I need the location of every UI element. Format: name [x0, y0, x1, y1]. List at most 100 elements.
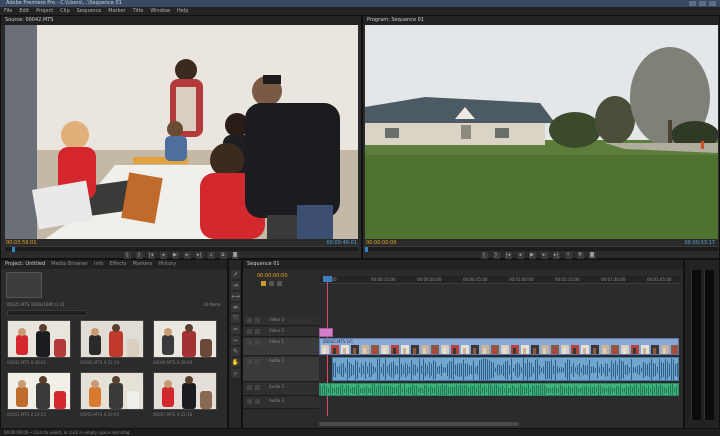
timeline-linked-icon[interactable]	[277, 281, 282, 286]
lock-icon[interactable]	[255, 318, 260, 323]
timeline-marker-icon[interactable]	[269, 281, 274, 286]
play-icon[interactable]: ▶	[528, 251, 536, 259]
step-back-icon[interactable]: ◂	[159, 251, 167, 259]
tab-effects[interactable]: Effects	[110, 260, 127, 269]
mark-out-icon[interactable]: }	[492, 251, 500, 259]
go-to-in-icon[interactable]: |◂	[504, 251, 512, 259]
ruler-tick-label: 00:00:45:00	[463, 277, 488, 282]
go-to-out-icon[interactable]: ▸|	[195, 251, 203, 259]
tab-history[interactable]: History	[158, 260, 176, 269]
video2-clip[interactable]	[319, 328, 333, 337]
menu-item-marker[interactable]: Marker	[108, 7, 125, 15]
ripple-edit-tool-icon[interactable]: ⟷	[231, 292, 240, 301]
lock-icon[interactable]	[255, 359, 260, 364]
lock-icon[interactable]	[255, 399, 260, 404]
lock-icon[interactable]	[255, 329, 260, 334]
toggle-output-icon[interactable]	[247, 329, 252, 334]
track-header-video-2[interactable]: Video 2	[243, 327, 319, 337]
source-video-frame[interactable]	[5, 25, 358, 239]
mark-in-icon[interactable]: {	[123, 251, 131, 259]
thumbnail-label: 00042.MTS 0:46:01	[7, 360, 47, 365]
audio2-clip[interactable]	[319, 383, 679, 396]
timeline-playhead-head[interactable]	[323, 276, 332, 282]
project-thumbnail[interactable]	[7, 320, 71, 358]
source-playhead[interactable]	[12, 247, 15, 252]
project-thumbnail[interactable]	[7, 372, 71, 410]
mark-out-icon[interactable]: }	[135, 251, 143, 259]
menu-item-project[interactable]: Project	[36, 7, 53, 15]
toggle-output-icon[interactable]	[247, 359, 252, 364]
minimize-icon[interactable]	[689, 1, 696, 6]
selection-tool-icon[interactable]: ➚	[231, 270, 240, 279]
step-back-icon[interactable]: ◂	[516, 251, 524, 259]
insert-icon[interactable]: ⇣	[207, 251, 215, 259]
tab-project-untitled[interactable]: Project: Untitled	[5, 260, 45, 269]
project-thumbnail[interactable]	[153, 320, 217, 358]
lift-icon[interactable]: ⇡	[564, 251, 572, 259]
ruler-tick-label: 00:00:15:00	[371, 277, 396, 282]
source-monitor-tabs: Source: 00042.MTS	[1, 16, 361, 25]
mark-in-icon[interactable]: {	[480, 251, 488, 259]
project-thumbnail[interactable]	[80, 320, 144, 358]
timeline-timecode[interactable]: 00:00:00:00	[257, 273, 288, 279]
track-header-audio-2[interactable]: Audio 2	[243, 383, 319, 396]
menu-item-edit[interactable]: Edit	[19, 7, 29, 15]
track-header-audio-3[interactable]: Audio 3	[243, 397, 319, 409]
toggle-output-icon[interactable]	[247, 340, 252, 345]
project-search-field[interactable]	[7, 310, 87, 316]
export-frame-icon[interactable]: ◙	[588, 251, 596, 259]
hand-tool-icon[interactable]: ✋	[231, 358, 240, 367]
maximize-icon[interactable]	[699, 1, 706, 6]
menu-item-window[interactable]: Window	[150, 7, 170, 15]
slip-tool-icon[interactable]: ⇿	[231, 336, 240, 345]
timeline-horizontal-scrollbar[interactable]	[319, 422, 519, 426]
go-to-out-icon[interactable]: ▸|	[552, 251, 560, 259]
video1-clip[interactable]: 00042.MTS [V]	[319, 338, 679, 355]
menu-item-title[interactable]: Title	[133, 7, 144, 15]
toggle-output-icon[interactable]	[247, 399, 252, 404]
pen-tool-icon[interactable]: ✎	[231, 347, 240, 356]
go-to-in-icon[interactable]: |◂	[147, 251, 155, 259]
timeline-snap-icon[interactable]	[261, 281, 266, 286]
zoom-tool-icon[interactable]: ⌕	[231, 369, 240, 378]
track-name: Audio 1	[269, 358, 285, 363]
tab-markers[interactable]: Markers	[133, 260, 153, 269]
program-playhead[interactable]	[365, 247, 368, 252]
rate-stretch-tool-icon[interactable]: ⤧	[231, 314, 240, 323]
menu-item-file[interactable]: File	[4, 7, 12, 15]
lock-icon[interactable]	[255, 385, 260, 390]
timeline-ruler[interactable]: 00:0000:00:15:0000:00:30:0000:00:45:0000…	[319, 276, 681, 284]
thumbnail-image	[81, 321, 143, 357]
program-frame-image	[365, 25, 718, 239]
tab-info[interactable]: Info	[94, 260, 103, 269]
thumbnail-label: 00053.MTS 0:19:05	[80, 412, 120, 417]
overwrite-icon[interactable]: ⇊	[219, 251, 227, 259]
program-video-frame[interactable]	[365, 25, 718, 239]
step-forward-icon[interactable]: ▸	[540, 251, 548, 259]
lock-icon[interactable]	[255, 340, 260, 345]
track-header-audio-1[interactable]: Audio 1	[243, 357, 319, 382]
toggle-output-icon[interactable]	[247, 385, 252, 390]
tab-source[interactable]: Source: 00042.MTS	[5, 16, 53, 25]
tab-program[interactable]: Program: Sequence 01	[367, 16, 424, 25]
project-thumbnail[interactable]	[80, 372, 144, 410]
rolling-edit-tool-icon[interactable]: ⇹	[231, 303, 240, 312]
step-forward-icon[interactable]: ▸	[183, 251, 191, 259]
toggle-output-icon[interactable]	[247, 318, 252, 323]
play-icon[interactable]: ▶	[171, 251, 179, 259]
export-frame-icon[interactable]: ◙	[231, 251, 239, 259]
track-select-tool-icon[interactable]: ⇥	[231, 281, 240, 290]
tab-sequence[interactable]: Sequence 01	[247, 260, 280, 269]
tab-media-browser[interactable]: Media Browser	[51, 260, 88, 269]
menu-item-clip[interactable]: Clip	[60, 7, 69, 15]
source-frame-image	[5, 25, 358, 239]
extract-icon[interactable]: ⇈	[576, 251, 584, 259]
razor-tool-icon[interactable]: ✂	[231, 325, 240, 334]
track-header-video-3[interactable]: Video 3	[243, 316, 319, 326]
track-header-video-1[interactable]: Video 1	[243, 338, 319, 356]
menu-item-help[interactable]: Help	[177, 7, 188, 15]
close-icon[interactable]	[709, 1, 716, 6]
project-thumbnail[interactable]	[153, 372, 217, 410]
menu-item-sequence[interactable]: Sequence	[77, 7, 102, 15]
audio1-clip[interactable]	[332, 357, 679, 381]
